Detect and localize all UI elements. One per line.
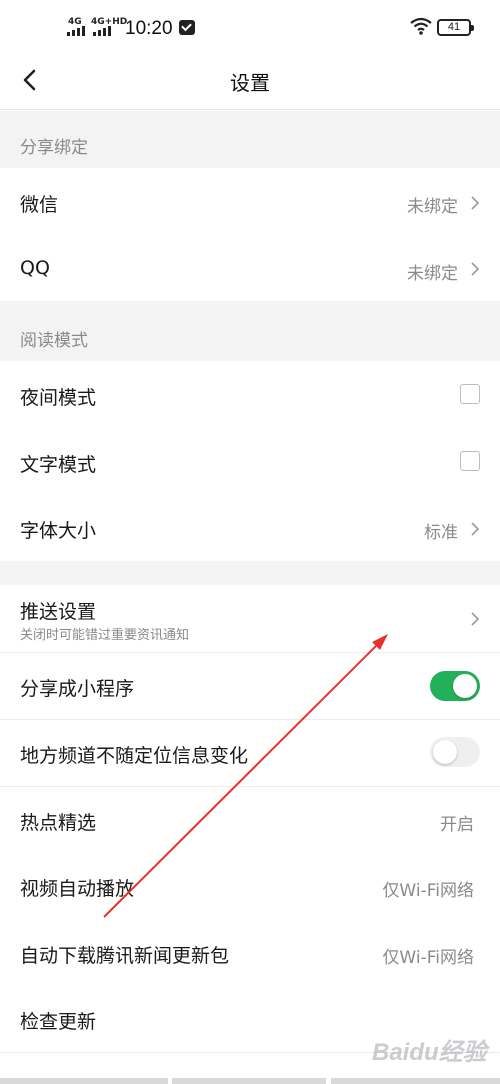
share-mini-program-toggle[interactable] [430,671,480,701]
row-video-autoplay[interactable]: 视频自动播放 仅Wi-Fi网络 [0,853,500,920]
row-label: 分享成小程序 [20,678,135,700]
row-wechat[interactable]: 微信 未绑定 [0,168,500,235]
row-label: 夜间模式 [20,387,97,409]
row-font-size[interactable]: 字体大小 标准 [0,494,500,561]
row-label: 检查更新 [20,1011,97,1033]
row-push-settings[interactable]: 推送设置 关闭时可能错过重要资讯通知 [0,585,500,652]
row-label: 热点精选 [20,812,97,834]
status-bar: 4G 4G+HD 10:20 41 [0,0,500,56]
row-share-mini-program[interactable]: 分享成小程序 [0,653,500,719]
notification-icon [179,20,195,35]
row-subtitle: 关闭时可能错过重要资讯通知 [20,628,190,643]
row-value: 标准 [424,523,458,543]
row-value: 开启 [440,815,474,835]
clock: 10:20 [125,18,173,39]
chevron-right-icon [471,196,480,210]
chevron-right-icon [471,612,480,626]
baidu-watermark-logo: Baidu经验 [368,1026,490,1066]
section-gap [0,561,500,585]
watermark-text: Baidu经验 [372,1039,487,1066]
row-label: 字体大小 [20,520,97,542]
row-label: 自动下载腾讯新闻更新包 [20,945,230,967]
local-channel-toggle[interactable] [430,737,480,767]
row-night-mode[interactable]: 夜间模式 [0,361,500,428]
row-value: 未绑定 [407,264,458,284]
row-label: 文字模式 [20,454,97,476]
row-auto-download[interactable]: 自动下载腾讯新闻更新包 仅Wi-Fi网络 [0,920,500,986]
bottom-overlay [0,1078,500,1084]
row-text-mode[interactable]: 文字模式 [0,428,500,494]
row-value: 仅Wi-Fi网络 [382,948,474,968]
row-qq[interactable]: QQ 未绑定 [0,235,500,301]
navigation-bar: 设置 [0,56,500,110]
battery-icon: 41 [437,19,474,36]
night-mode-checkbox[interactable] [460,384,480,404]
row-label: 地方频道不随定位信息变化 [20,745,249,767]
row-hot-picks[interactable]: 热点精选 开启 [0,787,500,853]
section-header-reading-mode: 阅读模式 [0,301,500,361]
wifi-icon [410,17,432,35]
section-header-share-binding: 分享绑定 [0,111,500,168]
row-label: QQ [20,257,50,279]
page-title: 设置 [230,71,270,95]
row-local-channel[interactable]: 地方频道不随定位信息变化 [0,720,500,786]
signal-bars-1-icon [67,26,85,36]
chevron-right-icon [471,522,480,536]
text-mode-checkbox[interactable] [460,451,480,471]
row-label: 微信 [20,194,59,216]
signal-bars-2-icon [93,26,111,36]
row-value: 未绑定 [407,197,458,217]
row-label: 视频自动播放 [20,878,135,900]
row-value: 仅Wi-Fi网络 [382,881,474,901]
chevron-right-icon [471,262,480,276]
row-label: 推送设置 [20,601,97,623]
